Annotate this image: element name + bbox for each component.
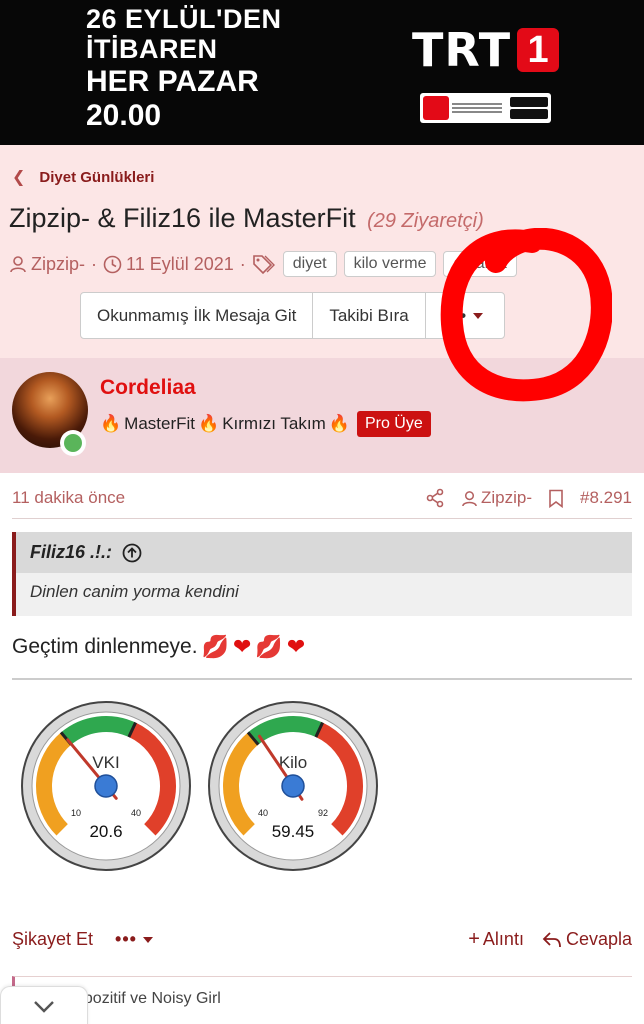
post-more-button[interactable]: ••• xyxy=(115,929,153,950)
emoji-heart-icon: ❤ xyxy=(232,634,252,659)
weight-gauge: 40 92Kilo59.45 xyxy=(208,701,378,871)
post-username[interactable]: Cordeliaa xyxy=(100,376,196,400)
trt-number: 1 xyxy=(517,28,560,72)
post-time[interactable]: 11 dakika önce xyxy=(12,488,425,508)
bookmark-icon[interactable] xyxy=(548,489,564,508)
first-unread-button[interactable]: Okunmamış İlk Mesaja Git xyxy=(81,293,314,338)
emoji-kiss-icon: 💋 xyxy=(255,634,283,659)
store-icons xyxy=(510,97,548,119)
reply-label: Cevapla xyxy=(565,929,632,949)
divider xyxy=(12,518,632,519)
tag[interactable]: diyet xyxy=(282,251,337,277)
quote-text: Dinlen canim yorma kendini xyxy=(30,582,239,601)
post-actions: Şikayet Et ••• + Alıntı Cevapla xyxy=(12,928,632,951)
quote-header[interactable]: Filiz16 .!.: xyxy=(16,532,632,573)
ad-line-2: İTİBAREN xyxy=(86,34,218,64)
user-title: 🔥 MasterFit 🔥 Kırmızı Takım 🔥 Pro Üye xyxy=(100,411,431,437)
clock-icon xyxy=(103,255,122,273)
reply-button[interactable]: Cevapla xyxy=(542,929,632,950)
fire-icon: 🔥 xyxy=(100,414,122,433)
emoji-heart-icon: ❤ xyxy=(286,634,306,659)
quote-label: Alıntı xyxy=(482,929,524,949)
thread-author[interactable]: Zipzip- xyxy=(31,254,85,275)
quote-author: Filiz16 .!.: xyxy=(30,542,113,562)
separator: · xyxy=(239,253,246,274)
post-meta-actions: Zipzip- #8.291 xyxy=(425,488,632,508)
mention-name: Zipzip- xyxy=(480,488,532,507)
post-message: Geçtim dinlenmeye. 💋 ❤ 💋 ❤ xyxy=(12,634,305,660)
ad-line-1: 26 EYLÜL'DEN xyxy=(86,4,282,34)
collapse-button[interactable] xyxy=(0,986,88,1024)
tag[interactable]: kilo verme xyxy=(343,251,437,277)
post-number[interactable]: #8.291 xyxy=(580,488,632,508)
post-actions-right: + Alıntı Cevapla xyxy=(468,928,632,951)
plus-icon: + xyxy=(468,928,480,950)
gauge-value: 59.45 xyxy=(272,822,315,841)
mention-link[interactable]: Zipzip- xyxy=(461,488,532,508)
divider xyxy=(12,678,632,680)
user-title-team: Kırmızı Takım xyxy=(222,414,326,433)
tags-icon xyxy=(252,255,275,274)
user-icon xyxy=(462,490,477,506)
page: 26 EYLÜL'DEN İTİBAREN HER PAZAR 20.00 TR… xyxy=(0,0,644,1024)
gauge-hub xyxy=(94,774,118,798)
gauge-value: 20.6 xyxy=(89,822,122,841)
quote-button[interactable]: + Alıntı xyxy=(468,928,524,951)
quote-block: Filiz16 .!.: Dinlen canim yorma kendini xyxy=(12,532,632,616)
reactions-bar[interactable]: hpozitif ve Noisy Girl xyxy=(12,976,632,1020)
red-circle-annotation xyxy=(440,228,612,402)
report-button[interactable]: Şikayet Et xyxy=(12,929,93,950)
fire-icon: 🔥 xyxy=(198,414,220,433)
breadcrumb[interactable]: ❮ Diyet Günlükleri xyxy=(12,167,154,187)
gauge-label: VKI xyxy=(92,753,119,772)
gauge-hub xyxy=(281,774,305,798)
thread-date[interactable]: 11 Eylül 2021 xyxy=(126,254,234,275)
more-dots-icon: ••• xyxy=(115,929,137,949)
emoji-kiss-icon: 💋 xyxy=(201,634,229,659)
reactions-text: hpozitif ve Noisy Girl xyxy=(75,989,221,1007)
trt-logo: TRT 1 xyxy=(412,23,560,77)
bmi-gauge: 10 40 VKI 20.6 xyxy=(21,701,191,871)
user-icon xyxy=(10,256,26,273)
separator: · xyxy=(91,253,98,274)
arrow-up-circle-icon[interactable] xyxy=(122,543,142,563)
share-icon[interactable] xyxy=(425,488,445,508)
page-title: Zipzip- & Filiz16 ile MasterFit (29 Ziya… xyxy=(9,203,484,234)
pro-member-badge: Pro Üye xyxy=(356,411,431,437)
post-meta: 11 dakika önce Zipzip- #8.291 xyxy=(12,488,632,508)
app-icon xyxy=(423,96,449,120)
trt-brand: TRT xyxy=(412,23,512,77)
ad-line-4: 20.00 xyxy=(86,99,162,132)
gauge-max-label: 40 xyxy=(131,808,141,818)
ad-line-3: HER PAZAR xyxy=(86,65,259,98)
gauge-min-label: 40 xyxy=(258,808,268,818)
gauge-min-label: 10 xyxy=(71,808,81,818)
gauge-max-label: 92 xyxy=(318,808,328,818)
ad-banner[interactable]: 26 EYLÜL'DEN İTİBAREN HER PAZAR 20.00 TR… xyxy=(0,0,644,145)
user-title-text: MasterFit xyxy=(124,414,196,433)
breadcrumb-label: Diyet Günlükleri xyxy=(39,168,155,186)
unfollow-button[interactable]: Takibi Bıra xyxy=(313,293,426,338)
app-store-badge[interactable] xyxy=(420,93,551,123)
caret-down-icon xyxy=(142,936,153,943)
fire-icon: 🔥 xyxy=(328,414,350,433)
post-message-text: Geçtim dinlenmeye. xyxy=(12,635,198,658)
app-badge-text xyxy=(452,97,507,119)
ad-text: 26 EYLÜL'DEN İTİBAREN HER PAZAR 20.00 xyxy=(86,6,281,131)
post-actions-left: Şikayet Et ••• xyxy=(12,929,468,950)
reply-icon xyxy=(542,931,561,947)
chevron-left-icon: ❮ xyxy=(12,169,26,186)
online-status-icon xyxy=(60,430,86,456)
thread-title: Zipzip- & Filiz16 ile MasterFit xyxy=(9,203,356,233)
chevron-down-icon xyxy=(34,1000,54,1013)
